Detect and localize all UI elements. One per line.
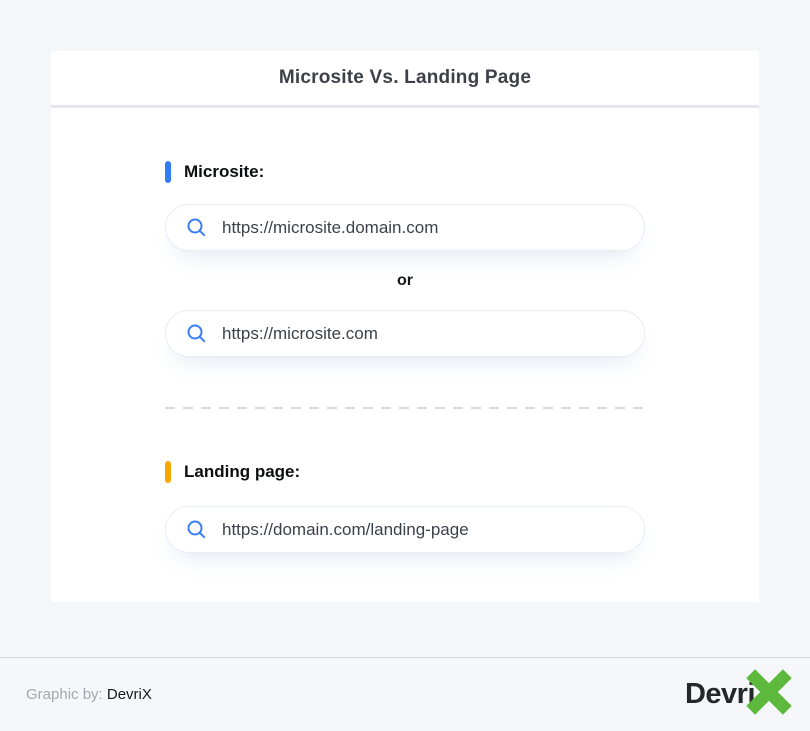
card-body: Microsite: https://microsite.domain.com … <box>51 108 759 553</box>
devrix-logo-text: Devri <box>684 678 756 710</box>
card-header: Microsite Vs. Landing Page <box>51 51 759 108</box>
url-text: https://microsite.domain.com <box>222 217 439 237</box>
url-text: https://domain.com/landing-page <box>222 519 469 539</box>
search-icon <box>186 519 207 540</box>
comparison-card: Microsite Vs. Landing Page Microsite: ht… <box>51 51 759 602</box>
search-icon <box>186 323 207 344</box>
landing-page-section-label: Landing page: <box>165 461 645 483</box>
landing-page-accent-bar <box>165 461 171 483</box>
microsite-section-label: Microsite: <box>165 161 645 183</box>
url-text: https://microsite.com <box>222 323 378 343</box>
credit-prefix: Graphic by: <box>26 686 103 703</box>
microsite-section: Microsite: https://microsite.domain.com … <box>165 161 645 357</box>
microsite-url-field-2[interactable]: https://microsite.com <box>165 310 645 357</box>
devrix-logo: Devri <box>684 668 792 718</box>
landing-page-section: Landing page: https://domain.com/landing… <box>165 461 645 553</box>
microsite-url-field-1[interactable]: https://microsite.domain.com <box>165 204 645 251</box>
dashed-divider <box>165 407 645 409</box>
footer-bar: Graphic by: DevriX Devri <box>0 657 810 731</box>
microsite-label: Microsite: <box>184 162 265 181</box>
search-icon <box>186 217 207 238</box>
microsite-accent-bar <box>165 161 171 183</box>
landing-page-url-field[interactable]: https://domain.com/landing-page <box>165 506 645 553</box>
or-connector: or <box>397 272 413 289</box>
landing-page-label: Landing page: <box>184 462 301 481</box>
credit-name: DevriX <box>106 686 152 703</box>
devrix-x-icon <box>746 668 792 715</box>
credit-text: Graphic by: DevriX <box>26 686 152 703</box>
page-title: Microsite Vs. Landing Page <box>278 67 532 88</box>
